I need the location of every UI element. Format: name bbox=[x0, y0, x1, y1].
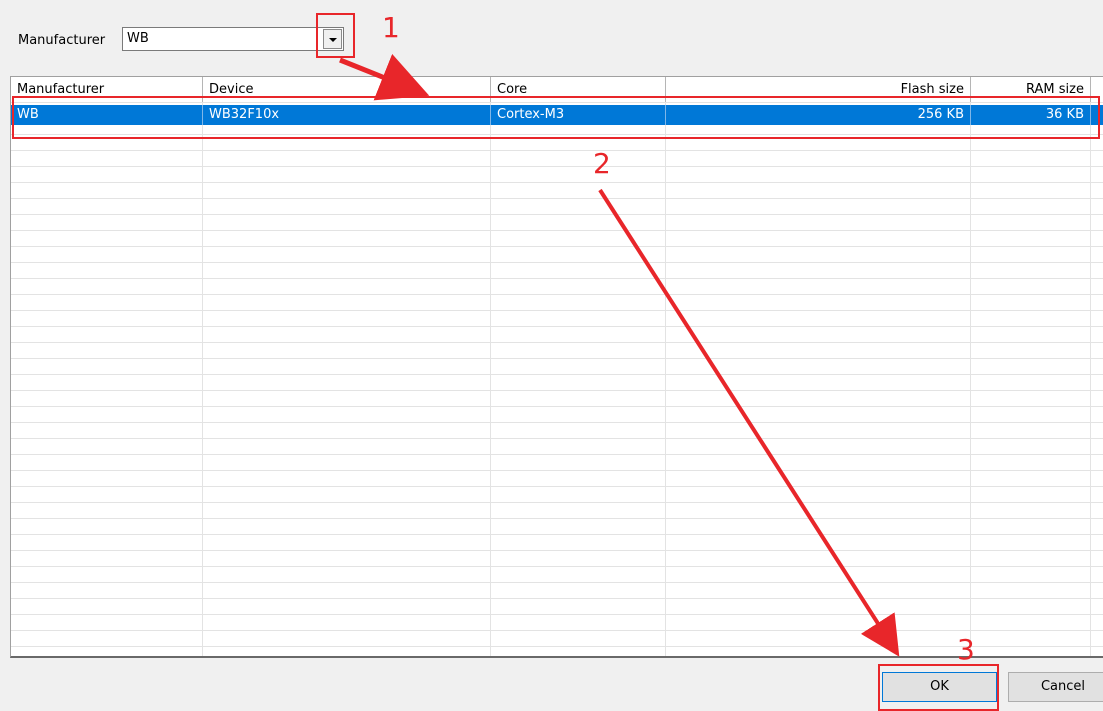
annotation-number-2: 2 bbox=[593, 147, 611, 180]
manufacturer-filter-bar: Manufacturer WB bbox=[0, 0, 1103, 70]
column-divider bbox=[665, 102, 666, 656]
manufacturer-combobox[interactable]: WB bbox=[122, 27, 344, 51]
column-divider bbox=[1090, 102, 1091, 656]
cancel-button[interactable]: Cancel bbox=[1008, 672, 1103, 702]
cell-device: WB32F10x bbox=[203, 105, 491, 125]
table-row[interactable]: WB WB32F10x Cortex-M3 256 KB 36 KB bbox=[11, 105, 1103, 125]
ok-button[interactable]: OK bbox=[882, 672, 997, 702]
column-header-device[interactable]: Device bbox=[203, 77, 491, 102]
column-divider bbox=[970, 102, 971, 656]
column-header-manufacturer[interactable]: Manufacturer bbox=[11, 77, 203, 102]
device-table: Manufacturer Device Core Flash size RAM … bbox=[10, 76, 1103, 658]
column-divider bbox=[202, 102, 203, 656]
cell-flash-size: 256 KB bbox=[666, 105, 971, 125]
column-divider bbox=[490, 102, 491, 656]
table-body bbox=[11, 102, 1103, 656]
column-header-core[interactable]: Core bbox=[491, 77, 666, 102]
annotation-number-3: 3 bbox=[957, 633, 975, 666]
annotation-number-1: 1 bbox=[382, 11, 400, 44]
table-header: Manufacturer Device Core Flash size RAM … bbox=[11, 77, 1103, 103]
manufacturer-combobox-value: WB bbox=[127, 31, 149, 46]
cell-core: Cortex-M3 bbox=[491, 105, 666, 125]
column-header-ram-size[interactable]: RAM size bbox=[971, 77, 1091, 102]
manufacturer-label: Manufacturer bbox=[18, 33, 106, 48]
cell-manufacturer: WB bbox=[11, 105, 203, 125]
dropdown-arrow-icon[interactable] bbox=[323, 29, 342, 49]
column-header-flash-size[interactable]: Flash size bbox=[666, 77, 971, 102]
cell-ram-size: 36 KB bbox=[971, 105, 1091, 125]
